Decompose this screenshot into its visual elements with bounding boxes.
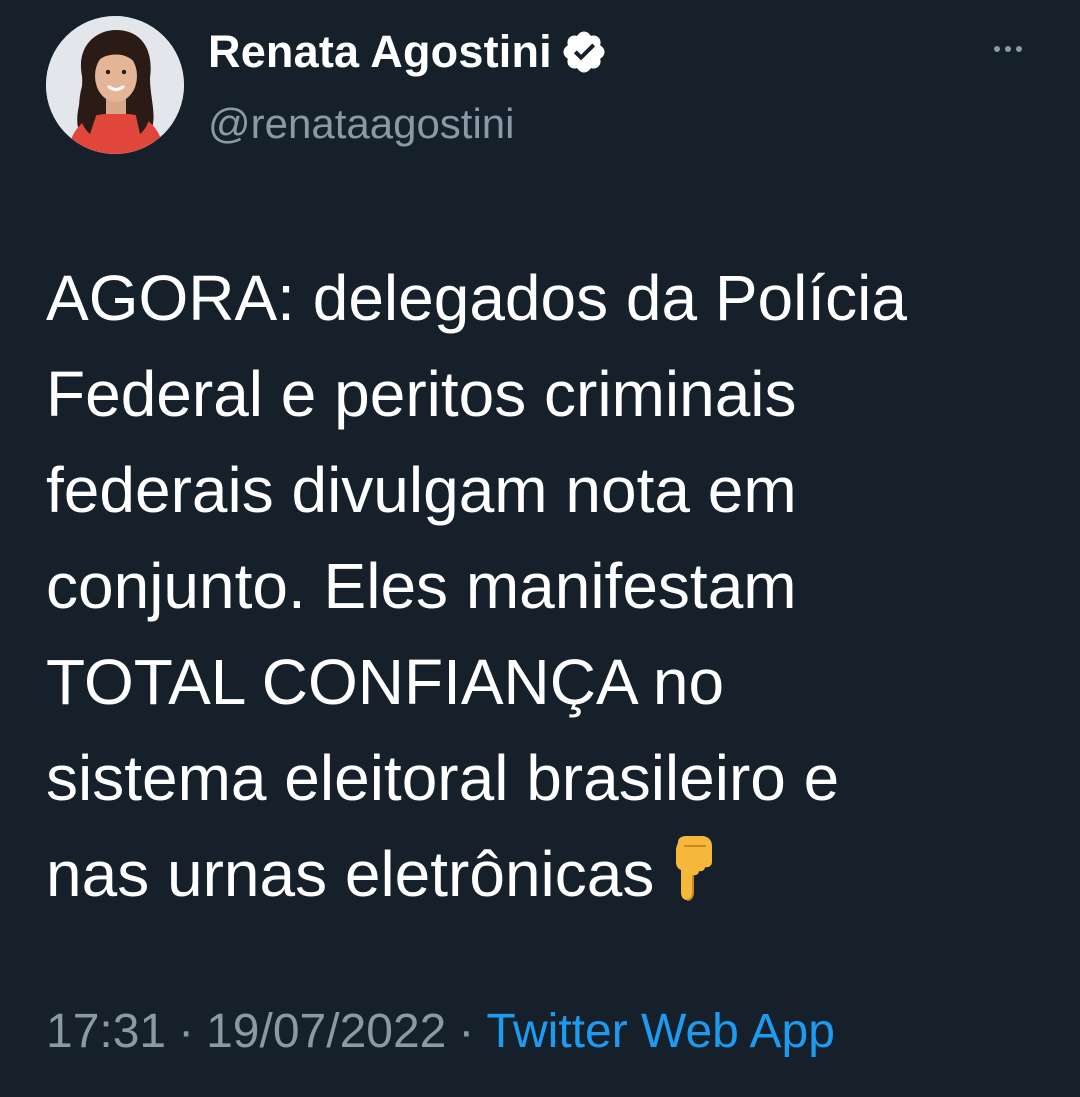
tweet-time[interactable]: 17:31	[46, 1005, 166, 1058]
tweet-text-last-line: nas urnas eletrônicas	[46, 826, 1046, 928]
tweet-text-line: Federal e peritos criminais	[46, 358, 797, 430]
tweet-date[interactable]: 19/07/2022	[206, 1005, 446, 1058]
more-dot-icon	[1005, 46, 1011, 52]
tweet-text: AGORA: delegados da Polícia Federal e pe…	[46, 250, 1046, 928]
verified-badge-icon	[563, 31, 605, 73]
author-name-row: Renata Agostini	[208, 24, 608, 80]
tweet-text-line: TOTAL CONFIANÇA no	[46, 646, 725, 718]
user-handle[interactable]: @renataagostini	[208, 96, 515, 152]
more-dot-icon	[1016, 46, 1022, 52]
tweet-text-line: sistema eleitoral brasileiro e	[46, 742, 840, 814]
avatar[interactable]	[46, 16, 184, 154]
tweet-text-line: conjunto. Eles manifestam	[46, 550, 797, 622]
tweet-card: Renata Agostini @renataagostini AGORA: d…	[0, 0, 1080, 1097]
profile-photo-icon	[46, 16, 184, 154]
display-name[interactable]: Renata Agostini	[208, 24, 552, 80]
tweet-meta: 17:31 · 19/07/2022 · Twitter Web App	[46, 1000, 835, 1064]
more-dot-icon	[994, 46, 1000, 52]
tweet-text-line: AGORA: delegados da Polícia	[46, 262, 907, 334]
more-options-button[interactable]	[980, 34, 1036, 64]
separator-dot: ·	[458, 1005, 475, 1058]
tweet-text-line: federais divulgam nota em	[46, 454, 797, 526]
backhand-index-pointing-down-icon	[672, 832, 716, 928]
tweet-source-link[interactable]: Twitter Web App	[486, 1005, 835, 1058]
tweet-text-line: nas urnas eletrônicas	[46, 838, 655, 910]
separator-dot: ·	[178, 1005, 195, 1058]
